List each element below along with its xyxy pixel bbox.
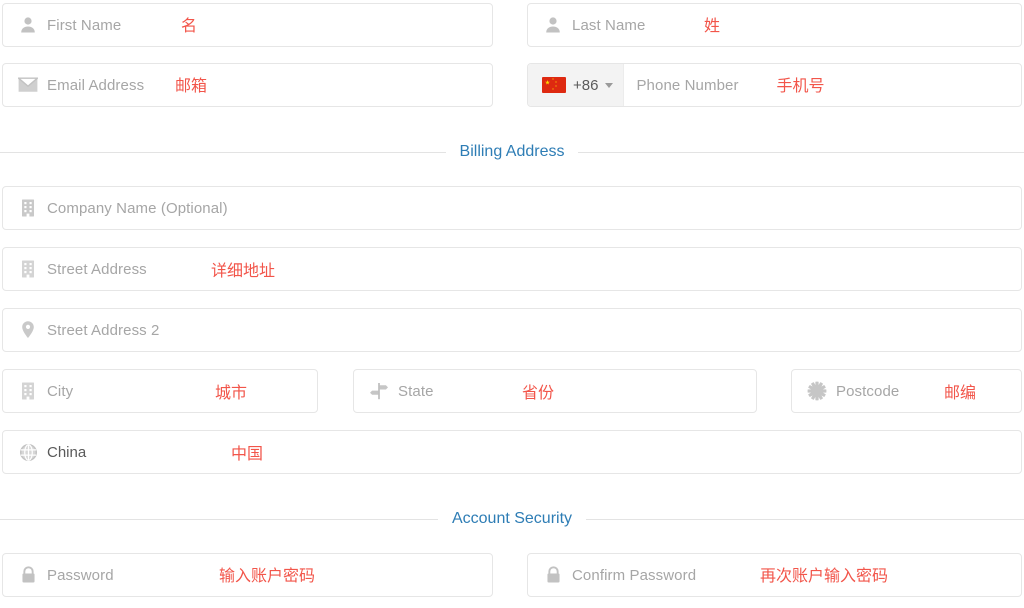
envelope-icon [17, 74, 39, 96]
street-address-field[interactable]: Street Address 详细地址 [2, 247, 1022, 291]
account-security-section-header: Account Security [0, 510, 1024, 528]
password-annotation: 输入账户密码 [219, 566, 316, 585]
state-placeholder: State [398, 382, 434, 400]
street-address-placeholder: Street Address [47, 260, 147, 278]
confirm-password-placeholder: Confirm Password [572, 566, 697, 584]
street-address-2-row: Street Address 2 [2, 308, 1022, 352]
gear-icon [806, 380, 828, 402]
divider-line-right [586, 518, 1024, 520]
street-address-2-field[interactable]: Street Address 2 [2, 308, 1022, 352]
country-annotation: 中国 [231, 444, 264, 463]
street-address-row: Street Address 详细地址 [2, 247, 1022, 291]
last-name-placeholder: Last Name [572, 16, 646, 34]
city-annotation: 城市 [215, 383, 248, 402]
phone-input[interactable]: Phone Number 手机号 [624, 64, 1021, 106]
password-placeholder: Password [47, 566, 114, 584]
contact-row: Email Address 邮箱 +86 Phone Number 手机号 [2, 63, 1022, 107]
password-row: Password 输入账户密码 Confirm Password 再次账户输入密… [2, 553, 1022, 597]
user-icon [542, 14, 564, 36]
email-placeholder: Email Address [47, 76, 145, 94]
map-pin-icon [17, 319, 39, 341]
confirm-password-field[interactable]: Confirm Password 再次账户输入密码 [527, 553, 1022, 597]
confirm-password-annotation: 再次账户输入密码 [760, 566, 889, 585]
divider-line-left [0, 151, 446, 153]
lock-icon [542, 564, 564, 586]
first-name-placeholder: First Name [47, 16, 122, 34]
user-icon [17, 14, 39, 36]
chevron-down-icon[interactable] [605, 82, 614, 88]
phone-annotation: 手机号 [776, 76, 825, 95]
signpost-icon [368, 380, 390, 402]
email-annotation: 邮箱 [175, 76, 208, 95]
city-state-postcode-row: City 城市 State 省份 Postcode 邮编 [2, 369, 1022, 413]
country-code-selector[interactable]: +86 [528, 64, 625, 106]
building-icon [17, 197, 39, 219]
building-icon [17, 258, 39, 280]
section-title-account-security: Account Security [451, 510, 573, 527]
postcode-field[interactable]: Postcode 邮编 [791, 369, 1022, 413]
phone-field[interactable]: +86 Phone Number 手机号 [527, 63, 1022, 107]
password-field[interactable]: Password 输入账户密码 [2, 553, 493, 597]
state-field[interactable]: State 省份 [353, 369, 757, 413]
dial-code-label: +86 [573, 76, 599, 94]
street-address-annotation: 详细地址 [211, 261, 276, 280]
postcode-placeholder: Postcode [836, 382, 900, 400]
postcode-annotation: 邮编 [944, 383, 977, 402]
company-name-field[interactable]: Company Name (Optional) [2, 186, 1022, 230]
lock-icon [17, 564, 39, 586]
phone-placeholder: Phone Number [636, 76, 739, 94]
first-name-field[interactable]: First Name 名 [2, 3, 493, 47]
last-name-annotation: 姓 [704, 16, 721, 35]
city-field[interactable]: City 城市 [2, 369, 318, 413]
divider-line-left [0, 518, 438, 520]
state-annotation: 省份 [522, 383, 555, 402]
divider-line-right [578, 151, 1024, 153]
section-title-billing-address: Billing Address [459, 143, 565, 160]
country-row: China 中国 [2, 430, 1022, 474]
company-row: Company Name (Optional) [2, 186, 1022, 230]
email-field[interactable]: Email Address 邮箱 [2, 63, 493, 107]
street-address-2-placeholder: Street Address 2 [47, 321, 160, 339]
city-placeholder: City [47, 382, 74, 400]
billing-address-section-header: Billing Address [0, 143, 1024, 161]
globe-icon [17, 441, 39, 463]
last-name-field[interactable]: Last Name 姓 [527, 3, 1022, 47]
registration-form-page: First Name 名 Last Name 姓 Email Address 邮… [0, 0, 1024, 608]
country-value: China [47, 443, 87, 461]
china-flag-icon [542, 77, 566, 93]
first-name-annotation: 名 [181, 16, 198, 35]
country-select[interactable]: China 中国 [2, 430, 1022, 474]
name-row: First Name 名 Last Name 姓 [2, 3, 1022, 47]
building-icon [17, 380, 39, 402]
company-name-placeholder: Company Name (Optional) [47, 199, 228, 217]
